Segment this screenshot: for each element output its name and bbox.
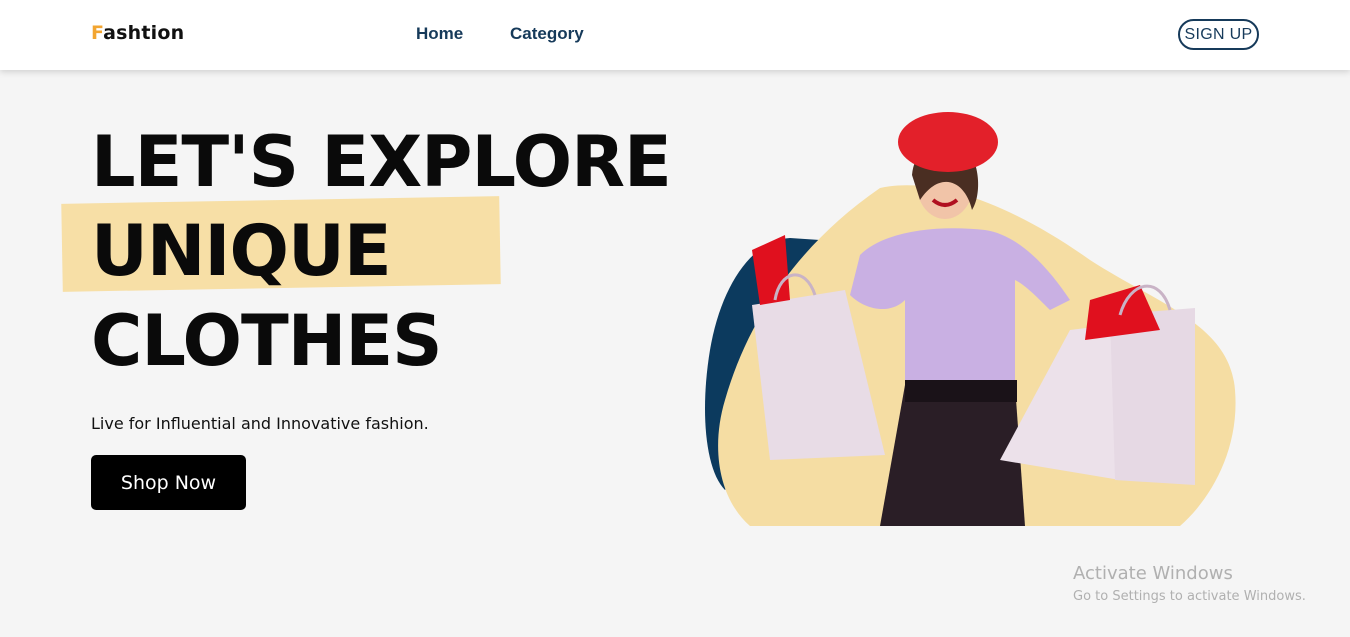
hero-image bbox=[705, 112, 1236, 526]
activate-windows-subtitle: Go to Settings to activate Windows. bbox=[1073, 589, 1306, 604]
headline-line-2: UNIQUE bbox=[91, 210, 392, 292]
activate-windows-title: Activate Windows bbox=[1073, 563, 1233, 584]
brand-logo[interactable]: Fashtion bbox=[91, 22, 184, 44]
nav-link-home[interactable]: Home bbox=[416, 24, 463, 44]
red-beret bbox=[898, 112, 998, 172]
headline-line-3: CLOTHES bbox=[91, 300, 443, 382]
brand-logo-initial: F bbox=[91, 22, 104, 44]
headline-line-1: LET'S EXPLORE bbox=[91, 121, 672, 203]
shop-now-button[interactable]: Shop Now bbox=[91, 455, 246, 510]
signup-button[interactable]: SIGN UP bbox=[1178, 19, 1259, 50]
hero-tagline: Live for Influential and Innovative fash… bbox=[91, 414, 429, 433]
nav-link-category[interactable]: Category bbox=[510, 24, 584, 44]
brand-logo-text: ashtion bbox=[103, 22, 185, 44]
navbar: Fashtion Home Category SIGN UP bbox=[0, 0, 1350, 70]
